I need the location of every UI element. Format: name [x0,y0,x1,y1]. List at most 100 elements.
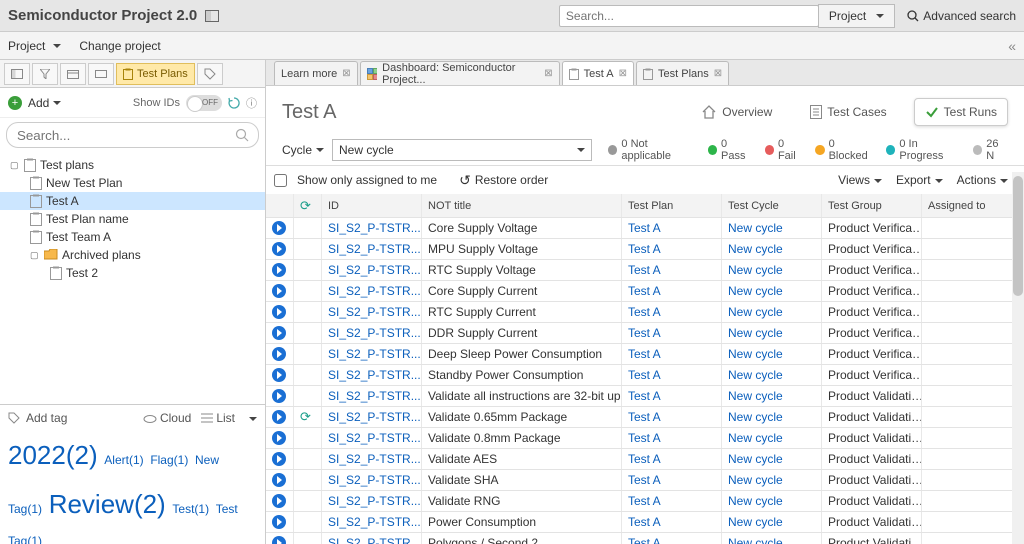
tab-test-a[interactable]: Test A⊠ [562,61,634,85]
row-id-link[interactable]: SI_S2_P-TSTR... [328,221,421,235]
tree-item-test-2[interactable]: Test 2 [0,264,265,282]
refresh-icon[interactable]: ⟳ [300,409,311,425]
row-plan-link[interactable]: Test A [628,347,661,361]
col-header-ID[interactable]: ID [322,194,422,217]
row-cycle-link[interactable]: New cycle [728,305,783,319]
tree-root-test-plans[interactable]: ▢Test plans [0,156,265,174]
play-icon[interactable] [272,326,286,340]
tab-learn-more[interactable]: Learn more⊠ [274,61,358,85]
row-cycle-link[interactable]: New cycle [728,410,783,424]
play-icon[interactable] [272,221,286,235]
row-cycle-link[interactable]: New cycle [728,326,783,340]
row-plan-link[interactable]: Test A [628,263,661,277]
project-menu[interactable]: Project [8,39,61,53]
play-icon[interactable] [272,347,286,361]
row-cycle-link[interactable]: New cycle [728,263,783,277]
tag-tag1b[interactable]: Tag(1) [8,534,42,544]
table-row[interactable]: SI_S2_P-TSTR...Validate 0.8mm PackageTes… [266,428,1024,449]
row-plan-link[interactable]: Test A [628,431,661,445]
row-id-link[interactable]: SI_S2_P-TSTR... [328,431,421,445]
tab-dashboard-semiconductor-project-[interactable]: Dashboard: Semiconductor Project...⊠ [360,61,560,85]
tag-mode-cloud[interactable]: Cloud [143,411,191,425]
table-row[interactable]: SI_S2_P-TSTR...Polygons / Second 2Test A… [266,533,1024,544]
row-id-link[interactable]: SI_S2_P-TSTR... [328,389,421,403]
tag-test1[interactable]: Test(1) [172,502,209,516]
overview-button[interactable]: Overview [690,98,783,126]
tag-flag[interactable]: Flag(1) [150,453,188,467]
tag-review[interactable]: Review(2) [49,489,166,519]
row-plan-link[interactable]: Test A [628,368,661,382]
row-cycle-link[interactable]: New cycle [728,347,783,361]
row-id-link[interactable]: SI_S2_P-TSTR... [328,494,421,508]
close-tab-icon[interactable]: ⊠ [342,68,350,79]
row-plan-link[interactable]: Test A [628,221,661,235]
tag-button[interactable] [197,63,223,85]
refresh-icon[interactable] [228,97,240,109]
add-tag-link[interactable]: Add tag [26,411,67,425]
table-row[interactable]: SI_S2_P-TSTR...Power ConsumptionTest ANe… [266,512,1024,533]
test-plans-button[interactable]: Test Plans [116,63,195,85]
play-icon[interactable] [272,242,286,256]
tag-mode-list[interactable]: List [201,411,235,425]
table-row[interactable]: SI_S2_P-TSTR...Core Supply VoltageTest A… [266,218,1024,239]
row-cycle-link[interactable]: New cycle [728,284,783,298]
play-icon[interactable] [272,431,286,445]
row-cycle-link[interactable]: New cycle [728,452,783,466]
row-cycle-link[interactable]: New cycle [728,242,783,256]
play-icon[interactable] [272,494,286,508]
col-header-NOT title[interactable]: NOT title [422,194,622,217]
tree-item-test-a[interactable]: Test A [0,192,265,210]
tag-new[interactable]: New [195,453,219,467]
col-header-Assigned to[interactable]: Assigned to [922,194,1014,217]
play-icon[interactable] [272,305,286,319]
col-header-Test Plan[interactable]: Test Plan [622,194,722,217]
assigned-to-me-checkbox[interactable] [274,174,287,187]
tree-item-test-plan-name[interactable]: Test Plan name [0,210,265,228]
col-header-1[interactable]: ⟳ [294,194,322,217]
row-plan-link[interactable]: Test A [628,452,661,466]
close-tab-icon[interactable]: ⊠ [714,68,722,79]
add-plus-icon[interactable]: + [8,96,22,110]
row-cycle-link[interactable]: New cycle [728,389,783,403]
table-row[interactable]: SI_S2_P-TSTR...Validate RNGTest ANew cyc… [266,491,1024,512]
row-plan-link[interactable]: Test A [628,515,661,529]
table-row[interactable]: SI_S2_P-TSTR...DDR Supply CurrentTest AN… [266,323,1024,344]
sidebar-search-input[interactable] [6,122,259,148]
tag-menu-caret[interactable] [245,411,257,425]
row-id-link[interactable]: SI_S2_P-TSTR... [328,515,421,529]
row-id-link[interactable]: SI_S2_P-TSTR... [328,263,421,277]
calendar-button[interactable] [60,63,86,85]
row-cycle-link[interactable]: New cycle [728,536,783,544]
row-cycle-link[interactable]: New cycle [728,515,783,529]
row-plan-link[interactable]: Test A [628,410,661,424]
change-project-link[interactable]: Change project [79,39,160,53]
col-header-Test Cycle[interactable]: Test Cycle [722,194,822,217]
row-id-link[interactable]: SI_S2_P-TSTR... [328,326,421,340]
table-row[interactable]: SI_S2_P-TSTR...Core Supply CurrentTest A… [266,281,1024,302]
row-cycle-link[interactable]: New cycle [728,368,783,382]
play-icon[interactable] [272,284,286,298]
global-search-input[interactable] [559,5,819,27]
play-icon[interactable] [272,473,286,487]
table-row[interactable]: SI_S2_P-TSTR...MPU Supply VoltageTest AN… [266,239,1024,260]
close-tab-icon[interactable]: ⊠ [619,68,627,79]
tag-2022[interactable]: 2022(2) [8,440,98,470]
row-plan-link[interactable]: Test A [628,473,661,487]
vertical-scrollbar[interactable] [1012,172,1024,544]
row-id-link[interactable]: SI_S2_P-TSTR... [328,347,421,361]
play-icon[interactable] [272,389,286,403]
tag-alert[interactable]: Alert(1) [104,453,143,467]
row-cycle-link[interactable]: New cycle [728,221,783,235]
table-row[interactable]: SI_S2_P-TSTR...Standby Power Consumption… [266,365,1024,386]
row-id-link[interactable]: SI_S2_P-TSTR... [328,473,421,487]
cycle-select[interactable]: New cycle [332,139,592,161]
restore-order-button[interactable]: ↺Restore order [459,172,548,189]
row-plan-link[interactable]: Test A [628,326,661,340]
row-plan-link[interactable]: Test A [628,536,661,544]
filter-button[interactable] [32,63,58,85]
table-row[interactable]: SI_S2_P-TSTR...RTC Supply CurrentTest AN… [266,302,1024,323]
row-id-link[interactable]: SI_S2_P-TSTR... [328,368,421,382]
tree-item-new-test-plan[interactable]: New Test Plan [0,174,265,192]
play-icon[interactable] [272,536,286,544]
row-cycle-link[interactable]: New cycle [728,473,783,487]
